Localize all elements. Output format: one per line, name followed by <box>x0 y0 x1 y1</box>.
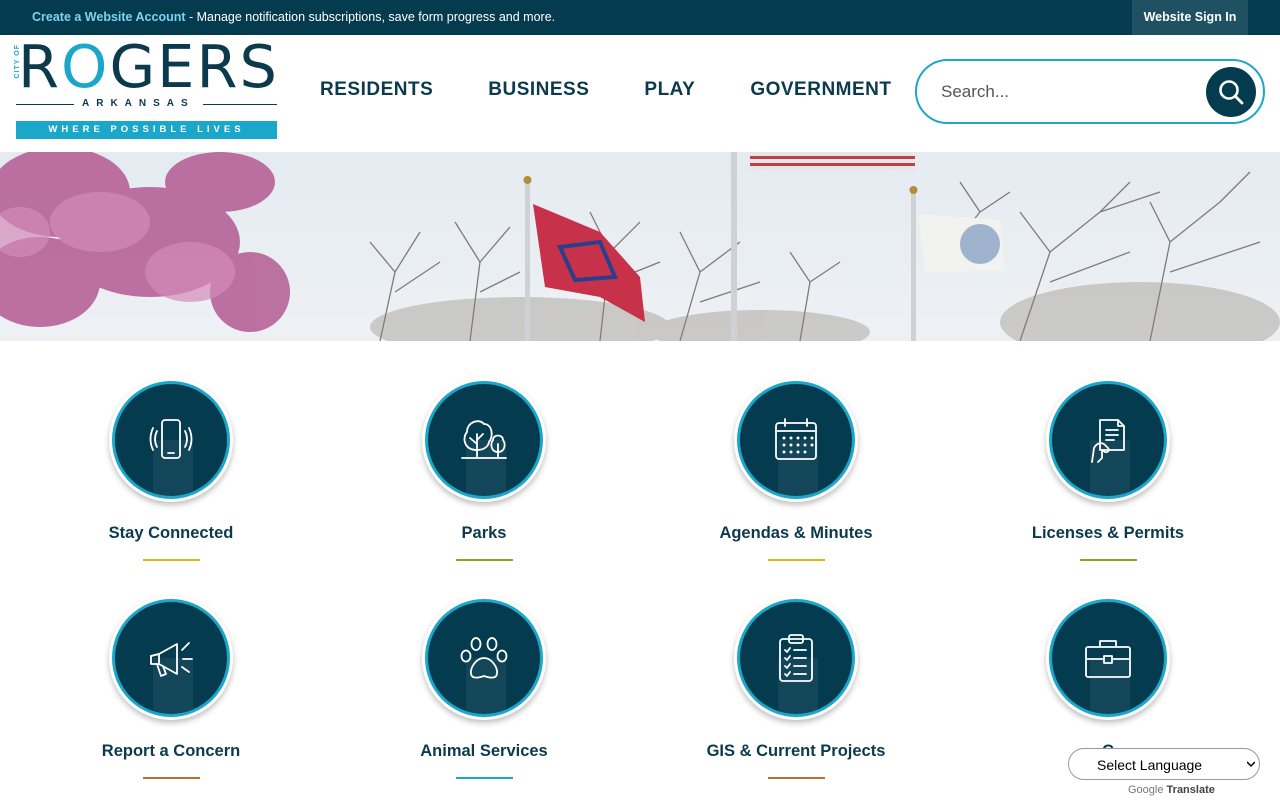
trees-icon <box>461 420 507 459</box>
tile-circle <box>422 596 546 720</box>
tile-report-concern[interactable]: Report a Concern <box>71 559 271 779</box>
tile-licenses-permits[interactable]: Licenses & Permits <box>1008 341 1208 561</box>
quick-links: Stay Connected Parks Agendas & Minutes L… <box>0 341 1280 800</box>
tile-circle <box>734 378 858 502</box>
hero-flags-illustration <box>0 152 1280 341</box>
search-icon <box>1219 80 1244 105</box>
briefcase-icon <box>1085 640 1131 678</box>
city-logo[interactable]: CITY OF ROGERS ARKANSAS WHERE POSSIBLE L… <box>14 36 278 142</box>
tile-careers[interactable]: C <box>1008 559 1208 779</box>
tile-agendas-minutes[interactable]: Agendas & Minutes <box>696 341 896 561</box>
logo-state: ARKANSAS <box>74 98 203 109</box>
google-logo-text: Google <box>1128 784 1164 796</box>
logo-o: O <box>61 32 110 101</box>
account-message: Create a Website Account - Manage notifi… <box>32 0 555 35</box>
tile-label: GIS & Current Projects <box>706 742 886 760</box>
tile-circle <box>109 596 233 720</box>
tile-stay-connected[interactable]: Stay Connected <box>71 341 271 561</box>
clipboard-checklist-icon <box>779 634 813 682</box>
logo-gers: GERS <box>109 32 279 101</box>
tile-label: Stay Connected <box>108 524 234 542</box>
tile-circle <box>109 378 233 502</box>
language-select-label: Select Language <box>1097 757 1203 773</box>
nav-residents[interactable]: RESIDENTS <box>320 79 433 101</box>
tile-circle <box>1046 378 1170 502</box>
logo-r: R <box>18 32 61 101</box>
tile-label: Report a Concern <box>101 742 241 760</box>
nav-play[interactable]: PLAY <box>644 79 695 101</box>
powered-by-google-translate[interactable]: Google Translate <box>1128 784 1215 796</box>
tile-underline <box>768 777 825 779</box>
megaphone-icon <box>150 642 193 677</box>
search-button[interactable] <box>1206 67 1256 117</box>
tile-label: Agendas & Minutes <box>719 524 873 542</box>
tile-label: Parks <box>461 524 507 542</box>
tile-parks[interactable]: Parks <box>384 341 584 561</box>
tile-label: Licenses & Permits <box>1031 524 1185 542</box>
tile-underline <box>456 777 513 779</box>
utility-bar: Create a Website Account - Manage notifi… <box>0 0 1280 35</box>
tile-circle <box>734 596 858 720</box>
nav-government[interactable]: GOVERNMENT <box>750 79 891 101</box>
chevron-down-icon <box>1247 761 1255 768</box>
tile-gis-projects[interactable]: GIS & Current Projects <box>696 559 896 779</box>
tile-animal-services[interactable]: Animal Services <box>384 559 584 779</box>
smartphone-icon <box>149 419 193 459</box>
tile-circle <box>422 378 546 502</box>
account-message-text: - Manage notification subscriptions, sav… <box>185 10 556 24</box>
hero-image <box>0 152 1280 341</box>
main-nav: RESIDENTS BUSINESS PLAY GOVERNMENT <box>320 35 947 145</box>
logo-tagline: WHERE POSSIBLE LIVES <box>16 121 277 139</box>
tile-circle <box>1046 596 1170 720</box>
nav-business[interactable]: BUSINESS <box>488 79 589 101</box>
logo-wordmark: ROGERS <box>18 36 279 98</box>
paw-icon <box>460 637 508 679</box>
translate-text: Translate <box>1166 784 1215 796</box>
tile-underline <box>143 777 200 779</box>
language-select[interactable]: Select Language <box>1068 748 1260 780</box>
site-header: CITY OF ROGERS ARKANSAS WHERE POSSIBLE L… <box>0 35 1280 152</box>
website-sign-in-button[interactable]: Website Sign In <box>1132 0 1248 35</box>
tile-label: Animal Services <box>420 742 548 760</box>
create-account-link[interactable]: Create a Website Account <box>32 10 186 24</box>
search-box <box>915 59 1265 124</box>
calendar-icon <box>775 418 817 460</box>
search-input[interactable] <box>941 75 1191 109</box>
document-hand-icon <box>1091 419 1125 463</box>
